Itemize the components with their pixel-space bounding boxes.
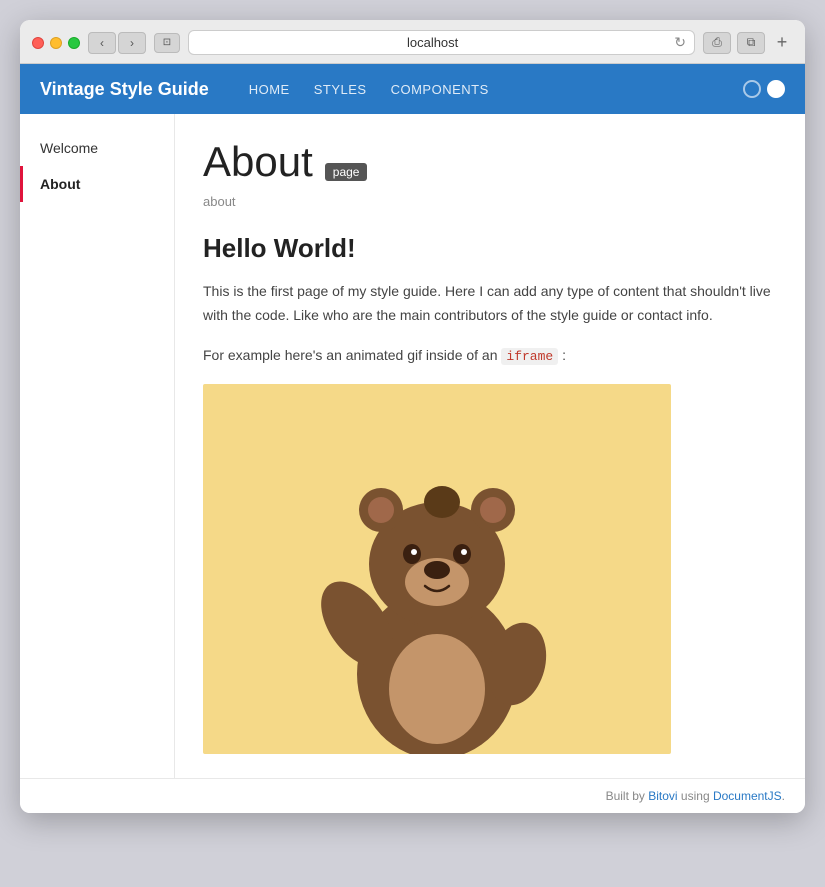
page-title: About [203, 138, 313, 186]
app-nav-icons [743, 80, 785, 98]
iframe-placeholder [203, 384, 671, 754]
minimize-button[interactable] [50, 37, 62, 49]
footer-text-prefix: Built by [606, 789, 649, 803]
footer-text-suffix: . [782, 789, 785, 803]
browser-chrome: ‹ › ⊡ localhost ↻ ⎙ ⧉ + [20, 20, 805, 64]
app-navbar: Vintage Style Guide HOME STYLES COMPONEN… [20, 64, 805, 114]
sidebar: Welcome About [20, 114, 175, 778]
nav-link-components[interactable]: COMPONENTS [391, 82, 489, 97]
app-nav-links: HOME STYLES COMPONENTS [249, 82, 743, 97]
paragraph-1: This is the first page of my style guide… [203, 280, 777, 328]
page-badge: page [325, 163, 368, 181]
nav-circle-icon-1 [743, 80, 761, 98]
browser-actions: ⎙ ⧉ + [703, 32, 793, 54]
traffic-lights [32, 37, 80, 49]
app-brand: Vintage Style Guide [40, 79, 209, 100]
paragraph-2-suffix: : [558, 347, 566, 363]
paragraph-2-prefix: For example here's an animated gif insid… [203, 347, 501, 363]
footer-documentjs-link[interactable]: DocumentJS [713, 789, 782, 803]
url-text: localhost [197, 35, 668, 50]
section-title: Hello World! [203, 233, 777, 264]
refresh-button[interactable]: ↻ [674, 34, 686, 51]
tab-icon[interactable]: ⊡ [154, 33, 180, 53]
forward-button[interactable]: › [118, 32, 146, 54]
share-button[interactable]: ⎙ [703, 32, 731, 54]
new-tab-button[interactable]: + [771, 32, 793, 54]
paragraph-2: For example here's an animated gif insid… [203, 344, 777, 368]
nav-buttons: ‹ › [88, 32, 146, 54]
nav-link-styles[interactable]: STYLES [314, 82, 367, 97]
tab-area: ⊡ [154, 33, 180, 53]
footer-text-middle: using [678, 789, 713, 803]
app-footer: Built by Bitovi using DocumentJS. [20, 778, 805, 813]
content-area: About page about Hello World! This is th… [175, 114, 805, 778]
bear-illustration [297, 434, 577, 754]
footer-bitovi-link[interactable]: Bitovi [648, 789, 677, 803]
close-button[interactable] [32, 37, 44, 49]
url-bar[interactable]: localhost ↻ [188, 30, 695, 55]
maximize-button[interactable] [68, 37, 80, 49]
sidebar-item-about[interactable]: About [20, 166, 174, 202]
nav-circle-icon-2 [767, 80, 785, 98]
nav-link-home[interactable]: HOME [249, 82, 290, 97]
inline-code: iframe [501, 348, 558, 365]
page-subtitle: about [203, 194, 777, 209]
app-body: Welcome About About page about Hello Wor… [20, 114, 805, 778]
sidebar-item-welcome-label: Welcome [40, 140, 98, 156]
browser-window: ‹ › ⊡ localhost ↻ ⎙ ⧉ + Vintage Style Gu… [20, 20, 805, 813]
back-button[interactable]: ‹ [88, 32, 116, 54]
sidebar-item-about-label: About [40, 176, 80, 192]
sidebar-item-welcome[interactable]: Welcome [20, 130, 174, 166]
page-header: About page [203, 138, 777, 186]
expand-button[interactable]: ⧉ [737, 32, 765, 54]
